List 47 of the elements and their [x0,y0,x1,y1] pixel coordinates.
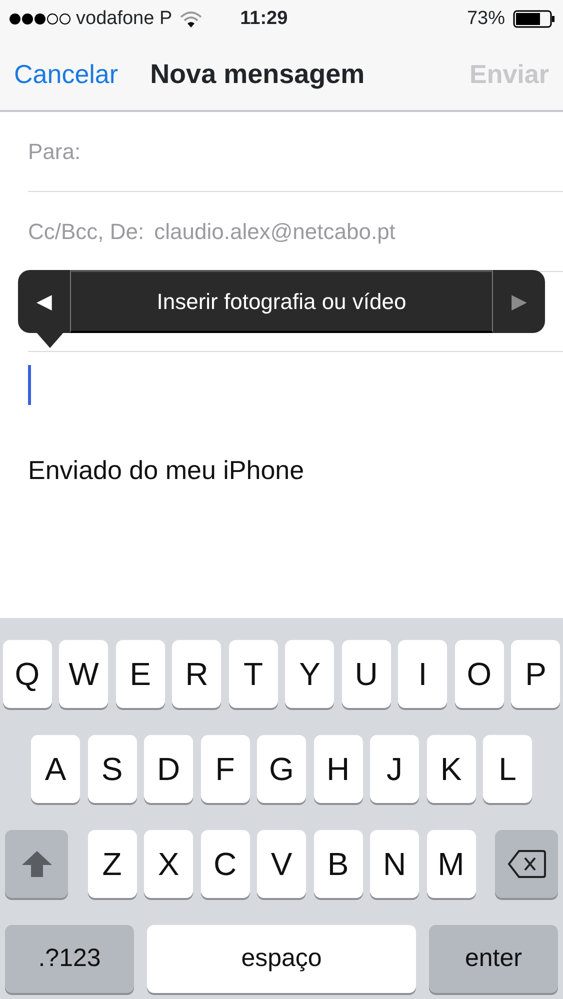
insert-photo-option[interactable]: Inserir fotografia ou vídeo [70,270,493,333]
letter-key[interactable]: V [257,830,306,898]
letter-key[interactable]: N [370,830,419,898]
letter-key[interactable]: I [398,640,448,708]
wifi-icon [180,10,202,28]
text-cursor [28,365,31,405]
letter-key[interactable]: M [426,830,476,898]
carrier-name: vodafone P [76,6,172,31]
backspace-icon [506,849,546,879]
letter-key[interactable]: P [511,640,560,708]
enter-key[interactable]: enter [429,925,558,993]
battery-icon [513,10,555,28]
letter-key[interactable]: O [454,640,504,708]
letter-key[interactable]: Y [285,640,334,708]
letter-key[interactable]: G [257,735,306,803]
numbers-key[interactable]: .?123 [5,925,134,993]
clock: 11:29 [240,6,288,31]
delete-key[interactable] [495,830,558,898]
letter-key[interactable]: T [228,640,278,708]
field-label: Cc/Bcc, De: [28,218,144,246]
shift-arrow-icon [20,849,54,879]
space-key[interactable]: espaço [147,925,416,993]
letter-key[interactable]: Q [2,640,52,708]
letter-key[interactable]: A [31,735,80,803]
letter-key[interactable]: X [144,830,193,898]
letter-key[interactable]: L [483,735,532,803]
signal-icon [8,12,72,26]
letter-key[interactable]: C [200,830,250,898]
letter-key[interactable]: D [144,735,193,803]
battery-percent: 73% [466,6,505,31]
signature-text: Enviado do meu iPhone [28,454,306,487]
cancel-button[interactable]: Cancelar [14,54,118,94]
letter-key[interactable]: K [426,735,476,803]
letter-key[interactable]: U [342,640,391,708]
letter-key[interactable]: E [116,640,165,708]
field-label: Para: [28,138,81,166]
letter-key[interactable]: W [59,640,108,708]
letter-key[interactable]: H [314,735,362,803]
shift-key[interactable] [5,830,68,898]
letter-key[interactable]: R [172,640,222,708]
letter-key[interactable]: S [88,735,136,803]
previous-button[interactable]: ◀ [18,270,70,333]
screen-title: Nova mensagem [150,58,365,91]
letter-key[interactable]: F [200,735,250,803]
letter-key[interactable]: J [370,735,419,803]
letter-key[interactable]: Z [88,830,136,898]
letter-key[interactable]: B [314,830,362,898]
